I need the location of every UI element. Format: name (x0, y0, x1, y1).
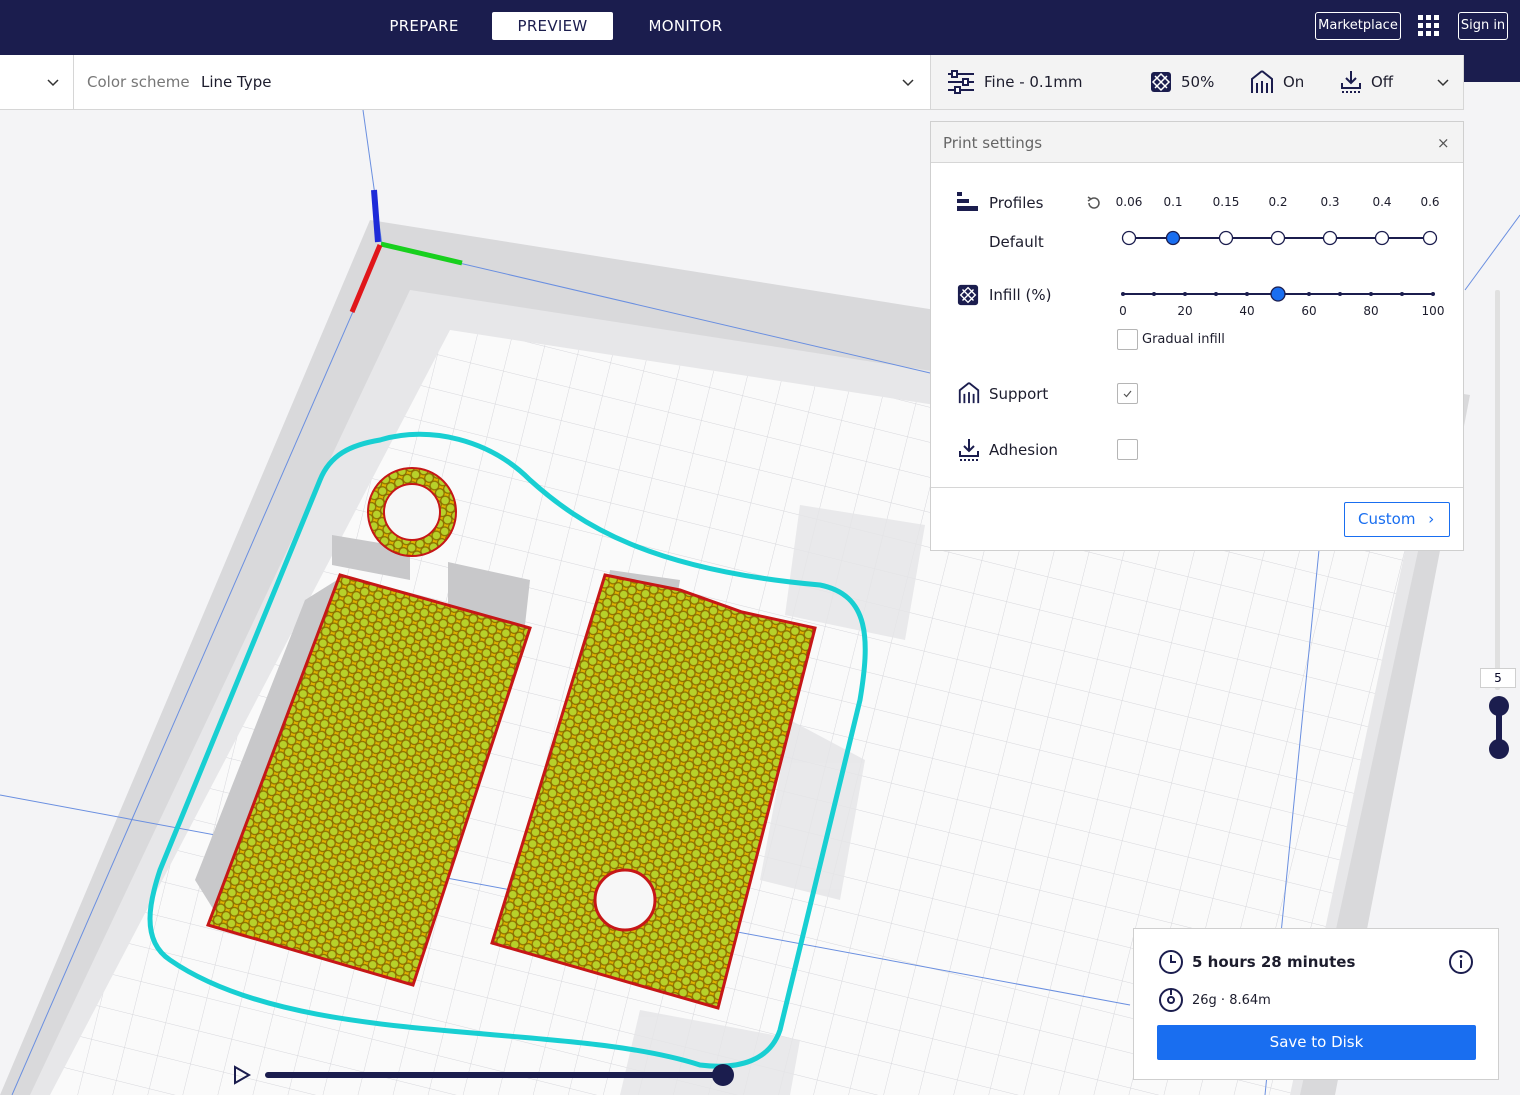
tab-preview[interactable]: PREVIEW (492, 12, 613, 40)
gradual-infill-label: Gradual infill (1142, 332, 1225, 347)
profile-slider-stop (1422, 230, 1438, 246)
top-bar: PREPARE PREVIEW MONITOR Marketplace Sign… (0, 0, 1520, 55)
infill-slider-dot (1431, 292, 1435, 296)
clock-icon (1159, 950, 1183, 974)
profile-slider-stop (1218, 230, 1234, 246)
profile-tick-label: 0.15 (1212, 195, 1240, 209)
layer-value-box[interactable]: 5 (1480, 668, 1516, 688)
material-usage: 26g · 8.64m (1192, 993, 1271, 1008)
adhesion-icon (959, 439, 979, 461)
layer-slider-track[interactable] (1495, 290, 1500, 690)
print-estimate-panel: 5 hours 28 minutes 26g · 8.64m Save to D… (1133, 928, 1499, 1080)
tab-monitor[interactable]: MONITOR (628, 12, 743, 40)
infill-slider-dot (1400, 292, 1404, 296)
profiles-icon (957, 192, 978, 211)
adhesion-icon (1341, 71, 1361, 93)
adhesion-value: Off (1371, 73, 1394, 91)
infill-slider-dot (1245, 292, 1249, 296)
gradual-infill-checkbox[interactable] (1117, 329, 1138, 350)
chevron-down-icon[interactable] (902, 79, 914, 87)
infill-tick-label: 40 (1239, 304, 1255, 318)
settings-sliders-icon (948, 70, 974, 94)
upper-layer-handle (1489, 696, 1509, 716)
view-options-bar: Color scheme Line Type (0, 55, 930, 110)
infill-tick-label: 80 (1363, 304, 1379, 318)
profile-slider-stop (1322, 230, 1338, 246)
info-icon[interactable] (1448, 949, 1474, 975)
infill-slider-dot (1338, 292, 1342, 296)
adhesion-summary[interactable]: Off (1339, 55, 1393, 109)
adhesion-label: Adhesion (989, 441, 1058, 459)
infill-tick-label: 0 (1119, 304, 1127, 318)
infill-tick-label: 100 (1421, 304, 1445, 318)
layer-slider-handles[interactable] (1486, 695, 1512, 761)
profile-tick-label: 0.4 (1372, 195, 1392, 209)
topbar-extension (1464, 55, 1520, 82)
support-summary[interactable]: On (1249, 55, 1304, 109)
profile-slider-handle (1165, 230, 1181, 246)
reset-icon[interactable] (1086, 195, 1102, 211)
profile-slider-stop (1374, 230, 1390, 246)
print-time: 5 hours 28 minutes (1192, 953, 1356, 971)
infill-slider-dot (1369, 292, 1373, 296)
color-scheme-dropdown[interactable]: Line Type (201, 73, 271, 91)
profiles-label: Profiles (989, 194, 1044, 212)
profile-slider-stop (1121, 230, 1137, 246)
profile-slider-stop (1270, 230, 1286, 246)
sign-in-button[interactable]: Sign in (1458, 12, 1508, 40)
custom-button-label: Custom (1358, 510, 1416, 528)
save-to-disk-button[interactable]: Save to Disk (1157, 1025, 1476, 1060)
support-value: On (1283, 73, 1305, 91)
divider (931, 487, 1463, 488)
infill-tick-label: 60 (1301, 304, 1317, 318)
tab-prepare[interactable]: PREPARE (368, 12, 480, 40)
profile-tick-label: 0.3 (1320, 195, 1340, 209)
adhesion-checkbox[interactable] (1117, 439, 1138, 460)
profile-default-label: Default (989, 233, 1044, 251)
infill-summary[interactable]: 50% (1149, 55, 1214, 109)
profile-tick-label: 0.2 (1268, 195, 1288, 209)
support-icon (1251, 70, 1273, 93)
marketplace-button[interactable]: Marketplace (1315, 12, 1401, 40)
profile-tick-label: 0.06 (1115, 195, 1143, 209)
profile-value: Fine - 0.1mm (984, 73, 1083, 91)
chevron-down-icon[interactable] (1437, 79, 1449, 87)
path-slider[interactable] (228, 1060, 748, 1090)
infill-slider-handle (1270, 286, 1286, 302)
support-label: Support (989, 385, 1049, 403)
lower-layer-handle (1489, 739, 1509, 759)
profile-summary[interactable]: Fine - 0.1mm (946, 55, 1082, 109)
panel-title-bar: Print settings × (931, 122, 1463, 163)
infill-slider-dot (1307, 292, 1311, 296)
infill-slider-dot (1183, 292, 1187, 296)
chevron-down-icon (47, 79, 59, 87)
support-checkbox[interactable] (1117, 383, 1138, 404)
infill-slider-dot (1214, 292, 1218, 296)
infill-icon (1151, 72, 1171, 92)
profile-tick-label: 0.1 (1163, 195, 1183, 209)
infill-slider-dot (1121, 292, 1125, 296)
infill-value: 50% (1181, 73, 1215, 91)
infill-label: Infill (%) (989, 286, 1052, 304)
infill-tick-label: 20 (1177, 304, 1193, 318)
custom-settings-button[interactable]: Custom › (1344, 502, 1450, 537)
print-settings-header[interactable]: Fine - 0.1mm 50% On Off (930, 55, 1464, 110)
check-icon (1123, 390, 1132, 398)
profile-tick-label: 0.6 (1420, 195, 1440, 209)
layer-height-slider[interactable] (1111, 222, 1451, 254)
support-icon (958, 382, 980, 404)
path-slider-handle (712, 1064, 734, 1086)
infill-slider[interactable] (1111, 282, 1451, 306)
view-type-dropdown[interactable] (0, 55, 74, 109)
play-icon (234, 1065, 252, 1085)
spool-icon (1159, 988, 1183, 1012)
infill-slider-dot (1152, 292, 1156, 296)
infill-icon (957, 284, 979, 306)
chevron-right-icon: › (1428, 510, 1435, 528)
apps-grid-icon[interactable] (1418, 15, 1440, 37)
color-scheme-label: Color scheme (87, 73, 190, 91)
print-settings-panel: Print settings × Profiles Default 0.06 0.… (930, 121, 1464, 551)
panel-title: Print settings (943, 134, 1043, 152)
close-icon[interactable]: × (1437, 134, 1450, 152)
